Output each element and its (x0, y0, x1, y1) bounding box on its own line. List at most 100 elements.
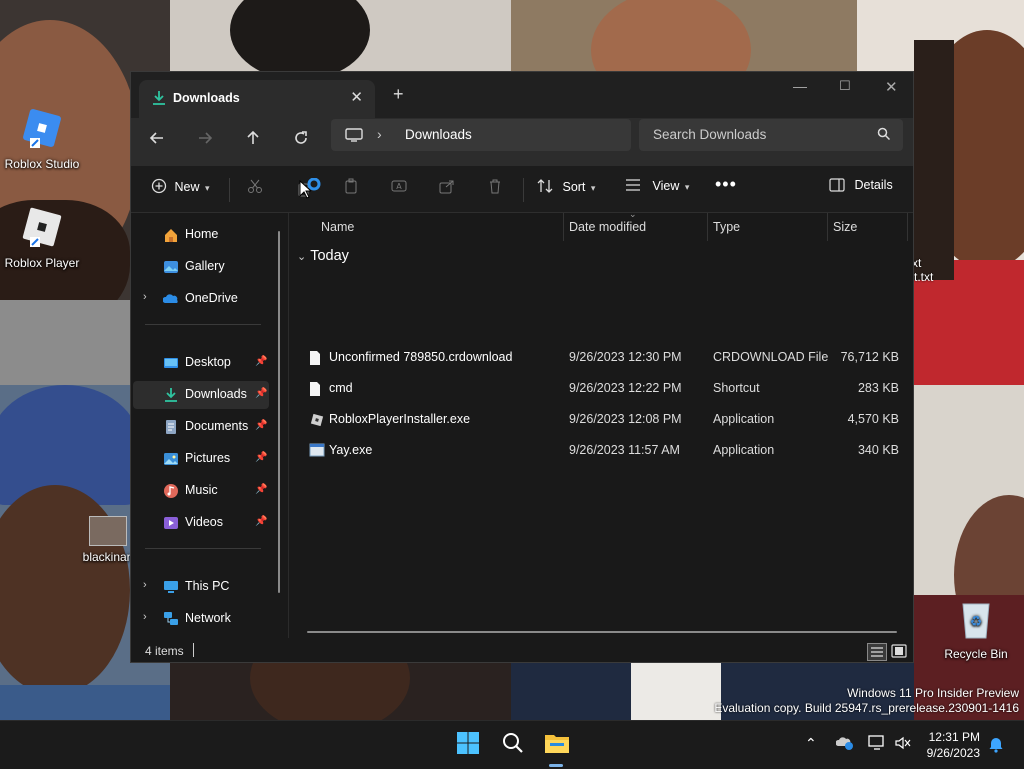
nav-item-gallery[interactable]: Gallery (131, 253, 289, 281)
details-label: Details (854, 178, 893, 192)
details-pane-icon (829, 178, 845, 195)
tab-downloads[interactable]: Downloads ✕ (139, 80, 375, 118)
system-clock[interactable]: 12:31 PM 9/26/2023 (927, 729, 980, 761)
nav-label: Documents (185, 419, 249, 433)
large-icons-view-icon[interactable] (891, 643, 909, 659)
group-label: Today (310, 248, 349, 264)
chevron-right-icon[interactable]: › (377, 126, 382, 142)
column-header-label: Date modified (569, 220, 647, 234)
chevron-right-icon[interactable]: › (143, 579, 147, 591)
desktop-icon-roblox-studio[interactable]: Roblox Studio (0, 106, 84, 171)
nav-item-music[interactable]: Music 📌 (131, 477, 289, 505)
file-date: 9/26/2023 12:22 PM (569, 381, 682, 395)
nav-item-videos[interactable]: Videos 📌 (131, 509, 289, 537)
nav-item-this-pc[interactable]: › This PC (131, 573, 289, 601)
pin-icon[interactable]: 📌 (255, 484, 267, 495)
close-window-button[interactable]: ✕ (885, 78, 898, 96)
search-icon[interactable] (501, 731, 525, 760)
nav-label: Network (185, 611, 231, 625)
nav-label: Music (185, 483, 218, 497)
nav-item-pictures[interactable]: Pictures 📌 (131, 445, 289, 473)
videos-icon (163, 515, 179, 531)
forward-arrow-icon[interactable] (193, 130, 217, 154)
chevron-right-icon[interactable]: › (143, 611, 147, 623)
download-icon (163, 387, 179, 403)
table-row[interactable]: RobloxPlayerInstaller.exe 9/26/2023 12:0… (289, 405, 913, 435)
nav-scrollbar[interactable] (278, 231, 280, 593)
watermark-line-2: Evaluation copy. Build 25947.rs_prerelea… (714, 701, 1019, 715)
table-row[interactable]: cmd 9/26/2023 12:22 PM Shortcut 283 KB (289, 374, 913, 404)
nav-label: Home (185, 227, 219, 241)
search-icon (877, 127, 891, 146)
cut-icon[interactable] (247, 178, 263, 199)
column-header-label: Size (833, 220, 858, 234)
up-arrow-icon[interactable] (241, 130, 265, 154)
show-hidden-icons-chevron-icon[interactable]: ⌃ (805, 735, 817, 752)
divider (523, 178, 524, 202)
column-header-name[interactable]: Name (289, 213, 563, 241)
file-name: Yay.exe (329, 443, 373, 457)
back-arrow-icon[interactable] (145, 130, 169, 154)
share-icon[interactable] (439, 178, 455, 199)
refresh-icon[interactable] (289, 130, 313, 154)
file-explorer-icon[interactable] (544, 731, 570, 760)
network-monitor-icon[interactable] (868, 735, 886, 756)
mouse-cursor-icon (299, 179, 313, 205)
file-size: 340 KB (857, 443, 899, 457)
wallpaper-photo (170, 0, 511, 72)
pin-icon[interactable]: 📌 (255, 516, 267, 527)
close-tab-icon[interactable]: ✕ (350, 88, 363, 106)
column-header-type[interactable]: Type (707, 213, 827, 241)
nav-item-documents[interactable]: Documents 📌 (131, 413, 289, 441)
group-header-today[interactable]: ⌄ Today (297, 248, 349, 264)
notification-bell-icon[interactable] (988, 735, 1004, 758)
nav-item-desktop[interactable]: Desktop 📌 (131, 349, 289, 377)
new-button[interactable]: New ▾ (151, 178, 210, 197)
desktop-icon-recycle-bin[interactable]: ♻ Recycle Bin (934, 598, 1018, 661)
volume-muted-icon[interactable] (894, 735, 912, 756)
desktop-icon-label: Roblox Studio (4, 157, 80, 171)
nav-item-downloads[interactable]: Downloads 📌 (133, 381, 269, 409)
pin-icon[interactable]: 📌 (255, 388, 267, 399)
wallpaper-photo (170, 663, 511, 720)
maximize-button[interactable]: ☐ (839, 78, 851, 94)
wallpaper-photo (511, 0, 857, 72)
divider (229, 178, 230, 202)
nav-item-onedrive[interactable]: › OneDrive (131, 285, 289, 313)
table-row[interactable]: Yay.exe 9/26/2023 11:57 AM Application 3… (289, 436, 913, 466)
sort-button[interactable]: Sort ▾ (537, 178, 595, 197)
download-icon (151, 90, 167, 111)
rename-icon[interactable]: A (391, 178, 407, 199)
column-header-size[interactable]: Size (827, 213, 907, 241)
column-header-date[interactable]: Date modified ⌄ (563, 209, 707, 241)
column-resize-handle[interactable] (907, 213, 908, 241)
horizontal-scrollbar[interactable] (307, 631, 897, 633)
table-row[interactable]: Unconfirmed 789850.crdownload 9/26/2023 … (289, 343, 913, 373)
minimize-button[interactable]: — (793, 78, 807, 94)
taskbar: ⌃ 12:31 PM 9/26/2023 (0, 720, 1024, 769)
pin-icon[interactable]: 📌 (255, 420, 267, 431)
start-windows-icon[interactable] (456, 731, 480, 760)
search-box[interactable]: Search Downloads (639, 119, 903, 151)
active-app-indicator (549, 764, 563, 767)
file-date: 9/26/2023 12:08 PM (569, 412, 682, 426)
onedrive-tray-icon[interactable] (835, 735, 854, 756)
more-options-icon[interactable]: ••• (715, 174, 737, 195)
divider (145, 548, 261, 549)
desktop-icon-roblox-player[interactable]: Roblox Player (0, 205, 84, 270)
pin-icon[interactable]: 📌 (255, 356, 267, 367)
nav-item-network[interactable]: › Network (131, 605, 289, 633)
new-tab-button[interactable]: + (393, 84, 404, 105)
details-view-icon[interactable] (867, 643, 887, 661)
chevron-right-icon[interactable]: › (143, 291, 147, 303)
file-name: Unconfirmed 789850.crdownload (329, 350, 513, 364)
details-button[interactable]: Details (829, 178, 893, 195)
pin-icon[interactable]: 📌 (255, 452, 267, 463)
nav-item-home[interactable]: Home (131, 221, 289, 249)
breadcrumb-downloads[interactable]: Downloads (405, 127, 472, 142)
chevron-down-icon: ▾ (684, 182, 690, 192)
delete-icon[interactable] (487, 178, 503, 199)
paste-icon[interactable] (343, 178, 359, 199)
address-bar[interactable]: › Downloads (331, 119, 631, 151)
view-button[interactable]: View ▾ (625, 178, 689, 195)
